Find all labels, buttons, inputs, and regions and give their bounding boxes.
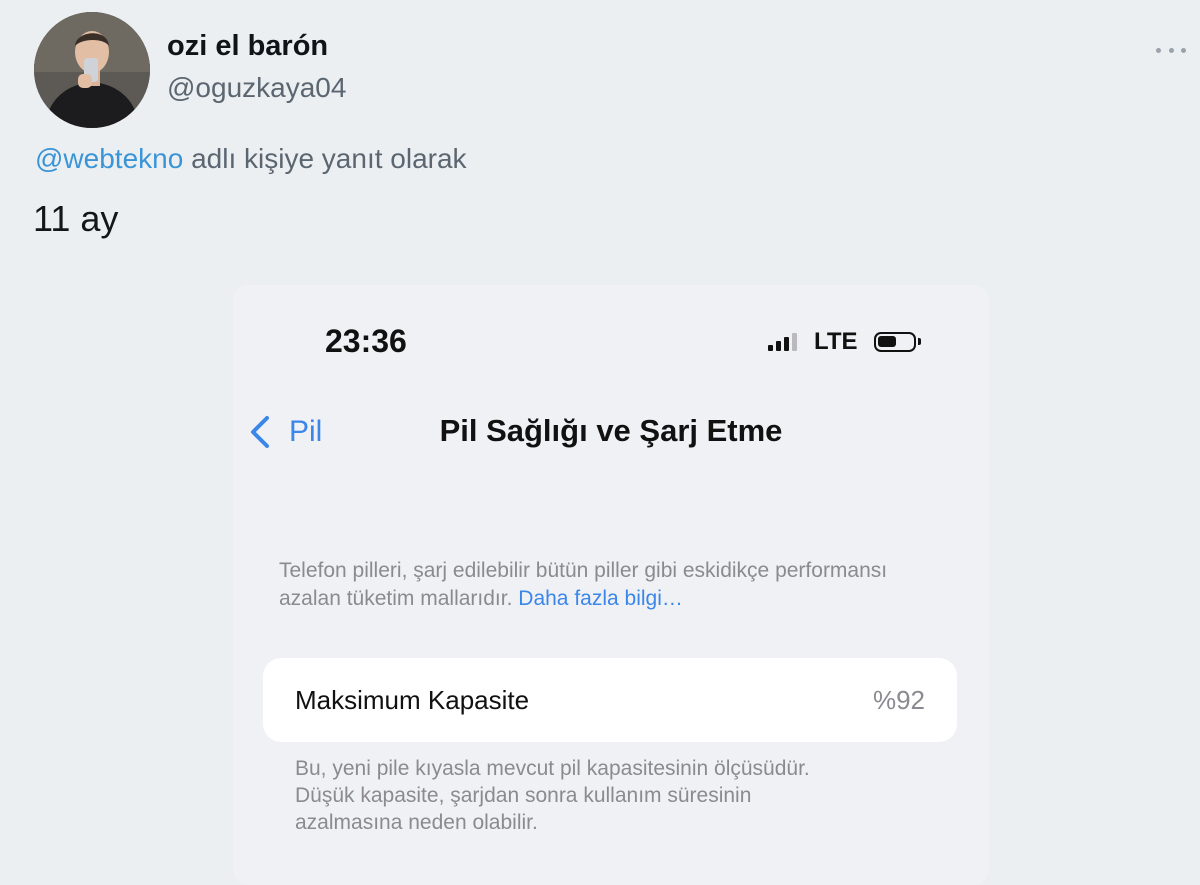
reply-context: @webtekno adlı kişiye yanıt olarak (35, 143, 467, 175)
mention-link[interactable]: @webtekno (35, 143, 183, 174)
status-time: 23:36 (325, 323, 407, 359)
capacity-label: Maksimum Kapasite (295, 685, 530, 715)
learn-more-link[interactable]: Daha fazla bilgi… (518, 587, 683, 610)
maximum-capacity-row: Maksimum Kapasite %92 (263, 658, 957, 742)
user-handle[interactable]: @oguzkaya04 (167, 72, 346, 104)
avatar[interactable] (34, 12, 150, 128)
nav-title: Pil Sağlığı ve Şarj Etme (439, 413, 783, 448)
status-indicators: LTE (768, 328, 921, 355)
battery-icon (873, 332, 921, 352)
footnote-line: azalmasına neden olabilir. (295, 811, 538, 834)
cellular-signal-icon (768, 333, 797, 351)
more-options-icon[interactable] (1156, 40, 1186, 60)
network-type: LTE (814, 328, 858, 355)
capacity-value: %92 (872, 685, 925, 715)
battery-description: Telefon pilleri, şarj edilebilir bütün p… (279, 557, 919, 613)
reply-context-text: adlı kişiye yanıt olarak (183, 143, 467, 174)
capacity-footnote: Bu, yeni pile kıyasla mevcut pil kapasit… (295, 755, 935, 836)
tweet-text: 11 ay (33, 198, 119, 239)
footnote-line: Bu, yeni pile kıyasla mevcut pil kapasit… (295, 757, 810, 780)
display-name[interactable]: ozi el barón (167, 30, 328, 63)
footnote-line: Düşük kapasite, şarjdan sonra kullanım s… (295, 784, 752, 807)
attached-screenshot[interactable]: 23:36 LTE Pil Pil Sağlığı ve Şarj Etme T… (233, 285, 989, 885)
